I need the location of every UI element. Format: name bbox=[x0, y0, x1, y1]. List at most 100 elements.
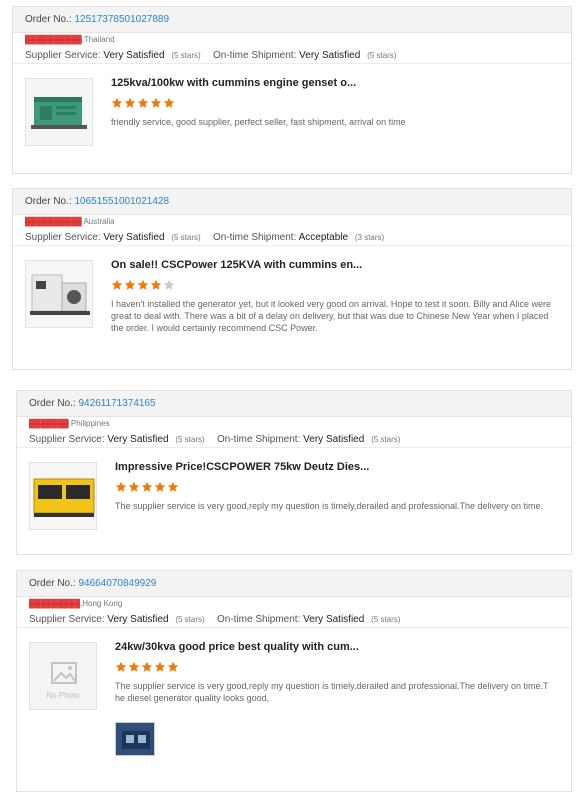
star-filled-icon bbox=[141, 661, 153, 672]
buyer-country: Australia bbox=[81, 217, 115, 226]
order-label: Order No.: bbox=[25, 196, 72, 207]
shipment-rating: On-time Shipment: Very Satisfied (5 star… bbox=[217, 431, 400, 448]
shipment-rating: On-time Shipment: Very Satisfied (5 star… bbox=[213, 47, 396, 64]
buyer-name: ██████████ bbox=[25, 217, 82, 226]
product-title-link[interactable]: On sale!! CSCPower 125KVA with cummins e… bbox=[111, 258, 559, 272]
shipment-label: On-time Shipment: bbox=[217, 434, 301, 445]
service-ratings: Supplier Service: Very Satisfied (5 star… bbox=[13, 47, 571, 64]
order-number-link[interactable]: 10651551001021428 bbox=[74, 196, 169, 207]
buyer-country: ,Thailand bbox=[81, 35, 115, 44]
star-filled-icon bbox=[124, 97, 136, 108]
review-body: No Photo 24kw/30kva good price best qual… bbox=[17, 628, 571, 766]
buyer-name: ███████ bbox=[29, 419, 69, 428]
shipment-value: Very Satisfied bbox=[303, 434, 365, 445]
star-filled-icon bbox=[115, 481, 127, 492]
order-label: Order No.: bbox=[25, 14, 72, 25]
supplier-service-label: Supplier Service: bbox=[29, 434, 105, 445]
buyer-name: █████████ bbox=[29, 599, 81, 608]
product-image[interactable]: No Photo bbox=[29, 642, 97, 710]
no-photo-label: No Photo bbox=[46, 691, 80, 700]
star-filled-icon bbox=[115, 661, 127, 672]
order-number-link[interactable]: 12517378501027889 bbox=[74, 14, 169, 25]
order-number-link[interactable]: 94664070849929 bbox=[78, 578, 156, 589]
order-label: Order No.: bbox=[29, 578, 76, 589]
review-text: The supplier service is very good,reply … bbox=[115, 681, 549, 703]
service-ratings: Supplier Service: Very Satisfied (5 star… bbox=[17, 611, 571, 628]
star-filled-icon bbox=[154, 481, 166, 492]
service-ratings: Supplier Service: Very Satisfied (5 star… bbox=[17, 431, 571, 448]
white-generator-icon bbox=[26, 261, 92, 327]
order-header: Order No.: 12517378501027889 bbox=[13, 7, 571, 33]
shipment-value: Very Satisfied bbox=[303, 614, 365, 625]
order-header: Order No.: 94664070849929 bbox=[17, 571, 571, 597]
review-photo[interactable] bbox=[115, 722, 155, 756]
review-body: On sale!! CSCPower 125KVA with cummins e… bbox=[13, 246, 571, 344]
star-rating bbox=[115, 660, 559, 674]
product-title-link[interactable]: 24kw/30kva good price best quality with … bbox=[115, 640, 559, 654]
product-image[interactable] bbox=[25, 78, 93, 146]
shipment-stars: (5 stars) bbox=[371, 435, 401, 444]
star-filled-icon bbox=[150, 97, 162, 108]
shipment-label: On-time Shipment: bbox=[213, 50, 297, 61]
generator-photo-thumbnail bbox=[116, 723, 154, 755]
review-text: The supplier service is very good,reply … bbox=[115, 501, 544, 511]
star-rating bbox=[115, 480, 559, 494]
shipment-value: Very Satisfied bbox=[299, 50, 361, 61]
product-image[interactable] bbox=[29, 462, 97, 530]
star-empty-icon bbox=[163, 279, 175, 290]
shipment-stars: (5 stars) bbox=[371, 615, 401, 624]
star-filled-icon bbox=[124, 279, 136, 290]
star-filled-icon bbox=[111, 97, 123, 108]
order-header: Order No.: 10651551001021428 bbox=[13, 189, 571, 215]
product-title-link[interactable]: 125kva/100kw with cummins engine genset … bbox=[111, 76, 559, 90]
review-card: Order No.: 12517378501027889 ██████████,… bbox=[12, 6, 572, 174]
review-body: Impressive Price!CSCPOWER 75kw Deutz Die… bbox=[17, 448, 571, 530]
supplier-service-label: Supplier Service: bbox=[25, 50, 101, 61]
shipment-stars: (3 stars) bbox=[354, 233, 385, 242]
star-filled-icon bbox=[128, 481, 140, 492]
star-filled-icon bbox=[128, 661, 140, 672]
buyer-country: Philippines bbox=[68, 419, 110, 428]
review-text: friendly service, good supplier, perfect… bbox=[111, 117, 406, 127]
supplier-service-stars: (5 stars) bbox=[171, 233, 201, 242]
green-generator-icon bbox=[26, 79, 92, 145]
supplier-service-stars: (5 stars) bbox=[175, 435, 205, 444]
buyer-info: █████████,Hong Kong bbox=[17, 597, 571, 611]
star-filled-icon bbox=[137, 97, 149, 108]
product-image[interactable] bbox=[25, 260, 93, 328]
shipment-label: On-time Shipment: bbox=[217, 614, 301, 625]
supplier-service-stars: (5 stars) bbox=[175, 615, 205, 624]
buyer-country: ,Hong Kong bbox=[80, 599, 123, 608]
supplier-service-label: Supplier Service: bbox=[25, 232, 101, 243]
buyer-name: ██████████ bbox=[25, 35, 82, 44]
review-card: Order No.: 10651551001021428 ██████████ … bbox=[12, 188, 572, 370]
star-filled-icon bbox=[167, 481, 179, 492]
product-title-link[interactable]: Impressive Price!CSCPOWER 75kw Deutz Die… bbox=[115, 460, 559, 474]
supplier-service-stars: (5 stars) bbox=[171, 51, 201, 60]
buyer-info: ██████████,Thailand bbox=[13, 33, 571, 47]
order-label: Order No.: bbox=[29, 398, 76, 409]
shipment-rating: On-time Shipment: Acceptable (3 stars) bbox=[213, 229, 384, 246]
star-filled-icon bbox=[141, 481, 153, 492]
yellow-generator-icon bbox=[30, 463, 96, 529]
review-body: 125kva/100kw with cummins engine genset … bbox=[13, 64, 571, 146]
star-filled-icon bbox=[137, 279, 149, 290]
shipment-value: Acceptable bbox=[298, 232, 349, 243]
buyer-info: ██████████ Australia bbox=[13, 215, 571, 229]
star-filled-icon bbox=[167, 661, 179, 672]
star-rating bbox=[111, 96, 559, 110]
supplier-service-value: Very Satisfied bbox=[107, 614, 169, 625]
shipment-label: On-time Shipment: bbox=[213, 232, 297, 243]
service-ratings: Supplier Service: Very Satisfied (5 star… bbox=[13, 229, 571, 246]
supplier-service-value: Very Satisfied bbox=[103, 232, 165, 243]
star-rating bbox=[111, 278, 559, 292]
supplier-service-value: Very Satisfied bbox=[103, 50, 165, 61]
star-filled-icon bbox=[163, 97, 175, 108]
review-text: I haven't installed the generator yet, b… bbox=[111, 299, 551, 333]
supplier-service-label: Supplier Service: bbox=[29, 614, 105, 625]
shipment-rating: On-time Shipment: Very Satisfied (5 star… bbox=[217, 611, 400, 628]
buyer-info: ███████ Philippines bbox=[17, 417, 571, 431]
star-filled-icon bbox=[111, 279, 123, 290]
star-filled-icon bbox=[150, 279, 162, 290]
order-number-link[interactable]: 94261171374165 bbox=[78, 398, 155, 409]
